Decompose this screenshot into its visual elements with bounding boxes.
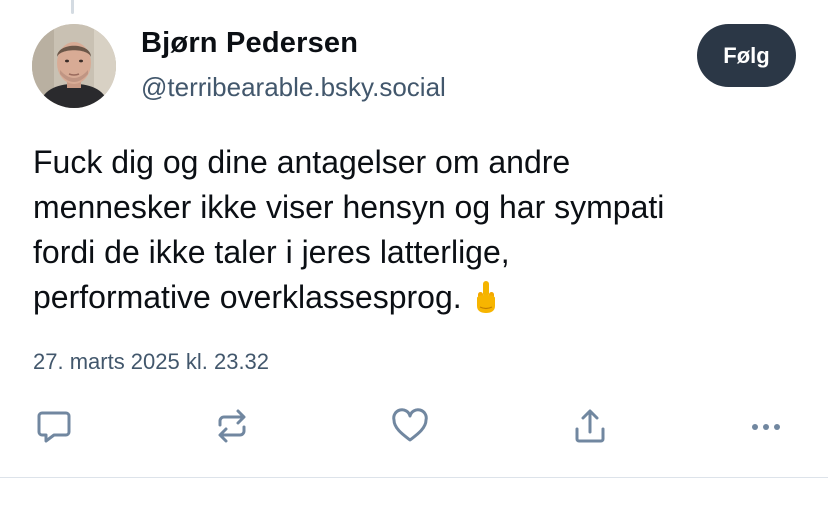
thread-connector-line	[71, 0, 74, 14]
post-text-line: Fuck dig og dine antagelser om andre	[33, 144, 571, 180]
author-handle[interactable]: @terribearable.bsky.social	[141, 72, 446, 103]
like-button[interactable]	[386, 402, 434, 450]
post-divider	[0, 477, 828, 478]
repost-icon	[218, 409, 246, 443]
share-button[interactable]	[566, 402, 614, 450]
repost-button[interactable]	[208, 402, 256, 450]
middle-finger-emoji-icon	[474, 280, 498, 326]
post-text-line: mennesker ikke viser hensyn og har sympa…	[33, 189, 665, 225]
share-icon	[575, 409, 605, 443]
author-display-name[interactable]: Bjørn Pedersen	[141, 27, 358, 60]
profile-photo-icon	[32, 24, 116, 108]
follow-button[interactable]: Følg	[697, 24, 796, 87]
reply-button[interactable]	[30, 402, 78, 450]
avatar[interactable]	[32, 24, 116, 108]
post-text-line: fordi de ikke taler i jeres latterlige,	[33, 234, 510, 270]
post-text-last-line: performative overklassesprog.	[33, 279, 462, 315]
post-text: Fuck dig og dine antagelser om andre men…	[33, 140, 813, 326]
heart-icon	[392, 408, 428, 442]
reply-bubble-icon	[37, 411, 71, 443]
more-options-icon	[752, 424, 780, 430]
post-text-line: performative overklassesprog.	[33, 275, 813, 326]
more-options-button[interactable]	[742, 402, 790, 450]
post-timestamp[interactable]: 27. marts 2025 kl. 23.32	[33, 349, 269, 375]
